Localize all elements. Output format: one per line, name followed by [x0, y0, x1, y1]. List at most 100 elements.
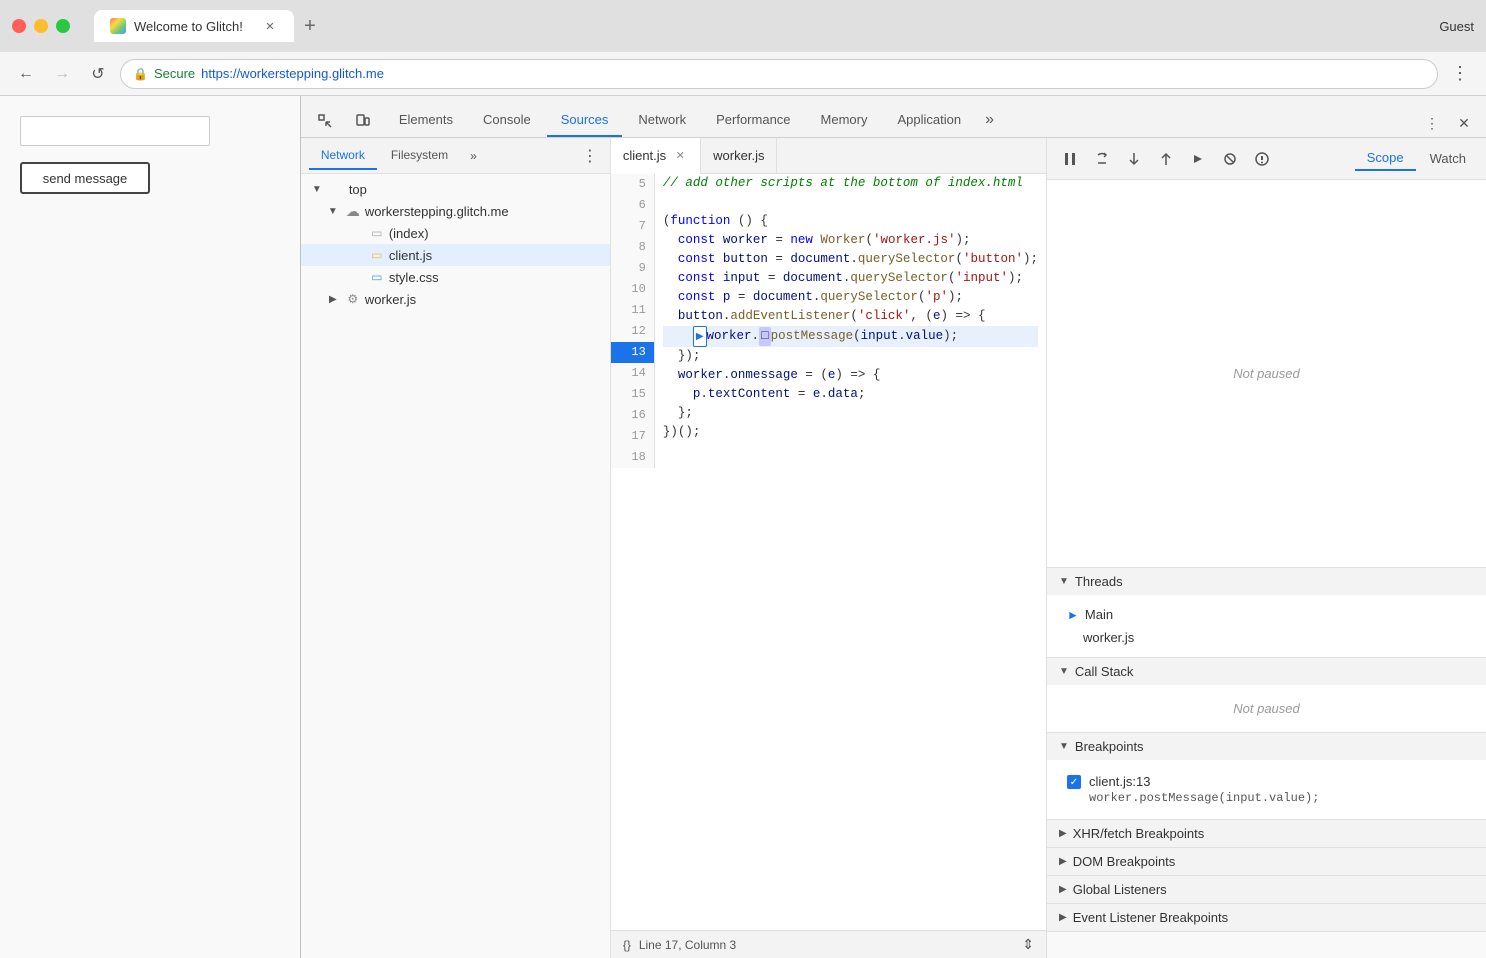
send-message-button[interactable]: send message [20, 162, 150, 194]
event-listener-label: Event Listener Breakpoints [1073, 910, 1228, 925]
url-display: https://workerstepping.glitch.me [201, 66, 384, 81]
tab-performance[interactable]: Performance [702, 104, 804, 137]
tree-item-index[interactable]: ▶ ▭ (index) [301, 222, 610, 244]
device-toolbar-button[interactable] [347, 105, 379, 137]
new-tab-button[interactable]: + [294, 10, 326, 42]
code-tab-label-worker: worker.js [713, 148, 764, 163]
guest-label: Guest [1439, 19, 1474, 34]
file-panel: Network Filesystem » ⋮ ▼ top [301, 138, 611, 958]
tree-item-style-css[interactable]: ▶ ▭ style.css [301, 266, 610, 288]
code-tab-client-js[interactable]: client.js ✕ [611, 138, 701, 174]
watch-tab[interactable]: Watch [1418, 147, 1478, 170]
tree-item-worker-js[interactable]: ▶ ⚙ worker.js [301, 288, 610, 310]
debug-toolbar: Scope Watch [1047, 138, 1486, 180]
line-num-13: 13 [611, 342, 654, 363]
reload-button[interactable]: ↺ [84, 60, 112, 88]
step-over-button[interactable] [1087, 144, 1117, 174]
global-arrow: ▶ [1059, 884, 1067, 895]
tree-item-top[interactable]: ▼ top [301, 178, 610, 200]
thread-main[interactable]: ► Main [1059, 603, 1474, 626]
thread-worker[interactable]: worker.js [1059, 626, 1474, 649]
tab-network[interactable]: Network [624, 104, 700, 137]
forward-button[interactable]: → [48, 60, 76, 88]
code-line-14: }); [663, 347, 1038, 366]
active-tab[interactable]: Welcome to Glitch! ✕ [94, 10, 294, 42]
more-tabs-button[interactable]: » [977, 103, 1002, 137]
step-out-button[interactable] [1151, 144, 1181, 174]
inspect-element-button[interactable] [309, 105, 341, 137]
xhr-fetch-label: XHR/fetch Breakpoints [1073, 826, 1205, 841]
dom-header[interactable]: ▶ DOM Breakpoints [1047, 848, 1486, 875]
line-num-11: 11 [611, 300, 654, 321]
dom-section: ▶ DOM Breakpoints [1047, 848, 1486, 876]
tree-item-domain[interactable]: ▼ ☁ workerstepping.glitch.me [301, 200, 610, 222]
code-lines: 5 6 7 8 9 10 11 12 13 14 15 [611, 174, 1046, 468]
threads-header[interactable]: ▼ Threads [1047, 568, 1486, 595]
code-tabs: client.js ✕ worker.js [611, 138, 1046, 174]
back-button[interactable]: ← [12, 60, 40, 88]
cloud-icon: ☁ [345, 203, 361, 219]
nav-bar: ← → ↺ 🔒 Secure https://workerstepping.gl… [0, 52, 1486, 96]
code-line-17: }; [663, 404, 1038, 423]
threads-section: ▼ Threads ► Main worker.js [1047, 568, 1486, 658]
traffic-lights [12, 19, 70, 33]
code-panel: client.js ✕ worker.js 5 6 7 [611, 138, 1046, 958]
breakpoint-info-0: client.js:13 worker.postMessage(input.va… [1089, 774, 1319, 805]
step-into-button[interactable] [1119, 144, 1149, 174]
breakpoints-body: ✓ client.js:13 worker.postMessage(input.… [1047, 760, 1486, 819]
global-header[interactable]: ▶ Global Listeners [1047, 876, 1486, 903]
event-listener-arrow: ▶ [1059, 912, 1067, 923]
tree-item-client-js[interactable]: ▶ ▭ client.js [301, 244, 610, 266]
breakpoint-checkbox-0[interactable]: ✓ [1067, 775, 1081, 789]
tab-sources[interactable]: Sources [547, 104, 623, 137]
pretty-print-button[interactable]: ⇕ [1022, 936, 1034, 953]
code-view[interactable]: 5 6 7 8 9 10 11 12 13 14 15 [611, 174, 1046, 930]
tab-close-button[interactable]: ✕ [262, 18, 278, 34]
close-button[interactable] [12, 19, 26, 33]
step-button[interactable] [1183, 144, 1213, 174]
tab-memory[interactable]: Memory [807, 104, 882, 137]
breakpoints-section: ▼ Breakpoints ✓ client.js:13 worker.post… [1047, 733, 1486, 820]
global-section: ▶ Global Listeners [1047, 876, 1486, 904]
fp-more-button[interactable]: » [462, 143, 485, 169]
format-button[interactable]: {} [623, 938, 631, 952]
line-num-6: 6 [611, 195, 654, 216]
close-devtools-button[interactable]: ✕ [1450, 109, 1478, 137]
call-stack-header[interactable]: ▼ Call Stack [1047, 658, 1486, 685]
fp-menu-button[interactable]: ⋮ [578, 144, 602, 168]
not-paused-label: Not paused [1233, 366, 1300, 381]
code-tab-close-client[interactable]: ✕ [672, 148, 688, 164]
minimize-button[interactable] [34, 19, 48, 33]
pause-resume-button[interactable] [1055, 144, 1085, 174]
code-line-9: const button = document.querySelector('b… [663, 250, 1038, 269]
code-tab-worker-js[interactable]: worker.js [701, 138, 777, 174]
address-bar[interactable]: 🔒 Secure https://workerstepping.glitch.m… [120, 59, 1438, 89]
thread-label-worker: worker.js [1083, 630, 1134, 645]
tree-arrow-domain: ▼ [325, 206, 341, 217]
secure-label: Secure [154, 66, 195, 81]
breakpoint-item-0: ✓ client.js:13 worker.postMessage(input.… [1059, 768, 1474, 811]
tab-application[interactable]: Application [883, 104, 975, 137]
tab-console[interactable]: Console [469, 104, 545, 137]
scope-tab[interactable]: Scope [1355, 146, 1416, 171]
xhr-fetch-header[interactable]: ▶ XHR/fetch Breakpoints [1047, 820, 1486, 847]
fp-tab-filesystem[interactable]: Filesystem [379, 142, 460, 170]
tree-label-worker-js: worker.js [365, 292, 416, 307]
tree-label-client-js: client.js [389, 248, 432, 263]
fp-tab-network[interactable]: Network [309, 142, 377, 170]
tab-elements[interactable]: Elements [385, 104, 467, 137]
code-line-8: const worker = new Worker('worker.js'); [663, 231, 1038, 250]
maximize-button[interactable] [56, 19, 70, 33]
customize-devtools-button[interactable]: ⋮ [1418, 109, 1446, 137]
browser-menu-button[interactable]: ⋮ [1446, 60, 1474, 88]
code-line-15: worker.onmessage = (e) => { [663, 366, 1038, 385]
threads-label: Threads [1075, 574, 1123, 589]
deactivate-breakpoints-button[interactable] [1215, 144, 1245, 174]
message-input[interactable] [20, 116, 210, 146]
pause-on-exceptions-button[interactable] [1247, 144, 1277, 174]
event-listener-header[interactable]: ▶ Event Listener Breakpoints [1047, 904, 1486, 931]
file-icon-client-js: ▭ [369, 247, 385, 263]
debug-sections: ▼ Threads ► Main worker.js [1047, 568, 1486, 958]
breakpoints-header[interactable]: ▼ Breakpoints [1047, 733, 1486, 760]
code-line-5: // add other scripts at the bottom of in… [663, 174, 1038, 193]
